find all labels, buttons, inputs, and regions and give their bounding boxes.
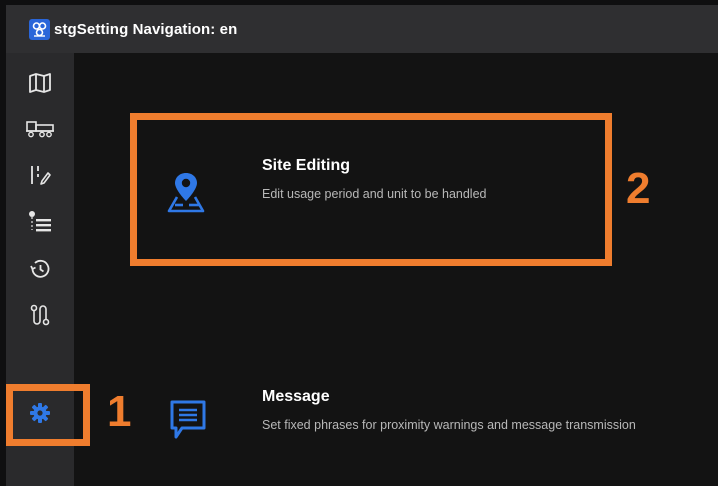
card-description: Edit usage period and unit to be handled — [262, 187, 487, 201]
sidebar-item-map[interactable] — [6, 60, 74, 106]
sidebar-item-hierarchy-list[interactable] — [6, 199, 74, 245]
sidebar-item-edit-lines[interactable] — [6, 152, 74, 198]
card-description: Set fixed phrases for proximity warnings… — [262, 418, 636, 432]
route-icon — [30, 304, 50, 326]
sidebar — [6, 53, 74, 486]
sidebar-item-route[interactable] — [6, 292, 74, 338]
history-icon — [30, 259, 50, 278]
sidebar-item-settings[interactable] — [6, 390, 74, 436]
sidebar-item-vehicle[interactable] — [6, 106, 74, 152]
card-title: Site Editing — [262, 157, 350, 174]
app-title: stgSetting Navigation: en — [54, 20, 238, 38]
map-icon — [29, 73, 51, 93]
message-icon — [170, 400, 206, 439]
card-title: Message — [262, 388, 330, 405]
annotation-label-2: 2 — [626, 164, 651, 213]
tree-list-icon — [29, 211, 51, 232]
edit-list-icon — [31, 166, 51, 185]
main-content: Site Editing Edit usage period and unit … — [74, 53, 718, 486]
annotation-label-1: 1 — [107, 387, 132, 436]
app-logo-icon — [29, 18, 50, 40]
map-pin-icon — [167, 173, 205, 213]
card-site-editing[interactable]: Site Editing Edit usage period and unit … — [144, 128, 604, 248]
truck-icon — [26, 121, 54, 138]
sidebar-item-history[interactable] — [6, 246, 74, 292]
gear-icon — [30, 403, 50, 423]
title-bar: stgSetting Navigation: en — [6, 5, 718, 53]
card-message[interactable]: Message Set fixed phrases for proximity … — [144, 373, 704, 473]
